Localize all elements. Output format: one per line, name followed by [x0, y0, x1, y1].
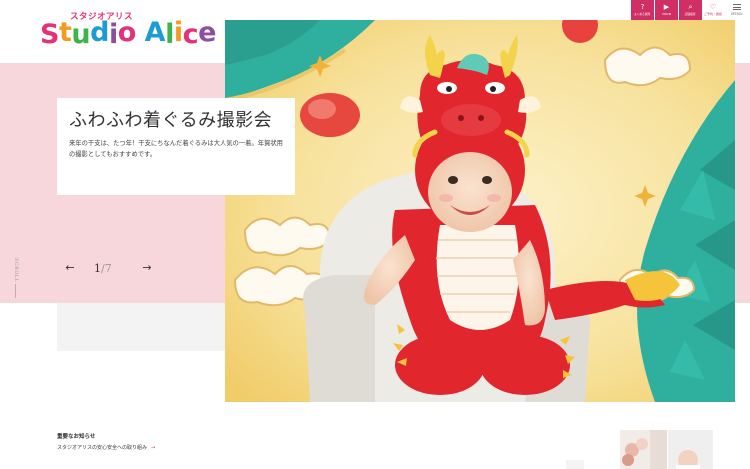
important-notice-heading: 重要なお知らせ	[57, 434, 96, 440]
baby-photo	[676, 450, 700, 469]
hero-title: ふわふわ着ぐるみ撮影会	[69, 110, 273, 131]
logo-letter: d	[90, 17, 109, 48]
heart-icon: ♡	[709, 3, 717, 11]
logo-letter: c	[182, 19, 199, 50]
play-icon: ▶	[663, 3, 670, 11]
logo-letter: u	[71, 19, 91, 50]
scroll-indicator: SCROLL	[11, 258, 23, 298]
hero-gray-block	[57, 303, 225, 351]
scroll-line	[15, 284, 16, 298]
menu-label: MENU	[731, 12, 743, 16]
slide-counter: 1/7	[94, 262, 112, 275]
dragon-costume-baby-photo	[225, 20, 735, 402]
next-slide-arrow-icon[interactable]: →	[141, 262, 153, 274]
question-icon: ?	[640, 3, 645, 11]
scroll-label: SCROLL	[13, 258, 18, 283]
slide-pager: ← 1/7 →	[64, 262, 174, 276]
safety-initiative-link-text: スタジオアリスの安心安全への取り組み	[57, 445, 148, 451]
logo-letter: l	[165, 19, 174, 50]
flowers-photo	[622, 430, 667, 469]
nav-faq-label: よくある質問	[634, 12, 651, 16]
hero-slide-image[interactable]	[225, 20, 735, 402]
header-nav: ? よくある質問 ▶ MOVIE ⌕ 店舗検索 ♡ ご予約・確認 MENU	[630, 0, 750, 20]
logo-letter	[136, 19, 145, 50]
logo-letter: t	[58, 17, 72, 48]
logo-letter: i	[173, 17, 183, 48]
prev-slide-arrow-icon[interactable]: ←	[64, 262, 76, 274]
nav-movie-label: MOVIE	[662, 12, 671, 16]
logo-wordmark: Studio Alice	[40, 17, 216, 50]
safety-initiative-link[interactable]: スタジオアリスの安心安全への取り組み →	[57, 444, 155, 451]
hero-caption-card: ふわふわ着ぐるみ撮影会 来年の干支は、たつ年！干支にちなんだ着ぐるみは大人気の一…	[57, 98, 295, 195]
nav-reservation-label: ご予約・確認	[703, 12, 722, 16]
logo-letter: e	[198, 17, 216, 48]
hero-description: 来年の干支は、たつ年！干支にちなんだ着ぐるみは大人気の一着。年賀状用の撮影として…	[69, 140, 283, 158]
logo-letter: o	[117, 17, 137, 48]
nav-store-search-button[interactable]: ⌕ 店舗検索	[679, 0, 702, 20]
logo-letter: i	[108, 19, 118, 50]
nav-movie-button[interactable]: ▶ MOVIE	[655, 0, 678, 20]
arrow-right-icon: →	[151, 445, 156, 451]
logo-letter: S	[40, 19, 59, 50]
total-slide-number: 7	[104, 262, 112, 275]
search-icon: ⌕	[688, 3, 693, 11]
nav-faq-button[interactable]: ? よくある質問	[631, 0, 654, 20]
nav-store-search-label: 店舗検索	[685, 12, 696, 16]
thumbnail-image[interactable]	[566, 460, 584, 469]
nav-reservation-button[interactable]: ♡ ご予約・確認	[702, 0, 724, 20]
thumbnail-image-flowers[interactable]	[620, 430, 667, 469]
current-slide-number: 1	[94, 262, 101, 275]
menu-button[interactable]: MENU	[724, 0, 750, 20]
thumbnail-image-baby[interactable]	[668, 430, 713, 469]
studio-alice-logo[interactable]: スタジオアリス Studio Alice	[40, 10, 216, 52]
logo-letter: A	[144, 17, 166, 48]
hamburger-icon	[733, 4, 741, 10]
